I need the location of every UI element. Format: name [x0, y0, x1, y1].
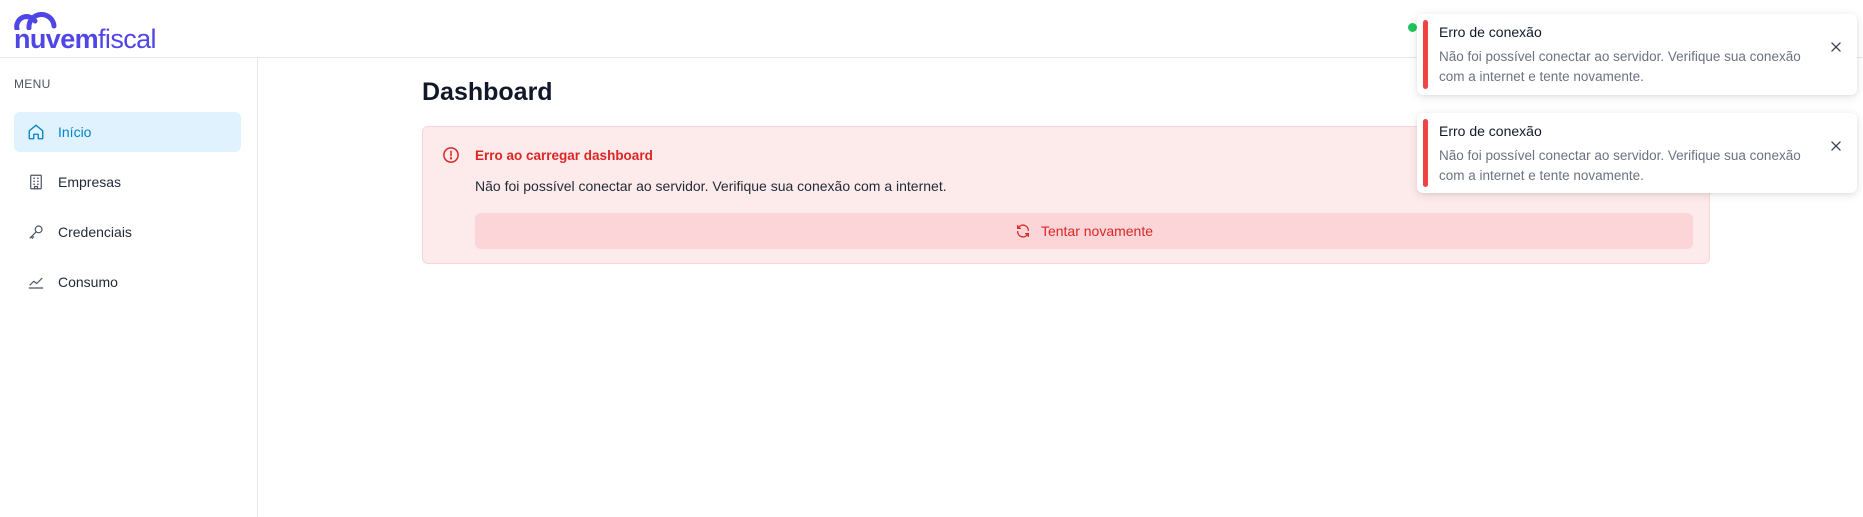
- sidebar-item-label: Empresas: [58, 174, 122, 190]
- brand-name-bold: nuvem: [14, 24, 99, 54]
- sidebar-item-credenciais[interactable]: Credenciais: [14, 212, 241, 252]
- toast-message: Não foi possível conectar ao servidor. V…: [1439, 49, 1801, 84]
- key-icon: [26, 222, 46, 242]
- refresh-icon: [1016, 224, 1029, 238]
- retry-label: Tentar novamente: [1040, 223, 1154, 239]
- menu-label: MENU: [14, 77, 51, 91]
- sidebar-item-label: Consumo: [58, 274, 118, 290]
- sidebar: MENU Início Empresas Credenciais Consumo: [0, 58, 258, 517]
- sidebar-item-consumo[interactable]: Consumo: [14, 262, 241, 302]
- toast-notification: Erro de conexão Não foi possível conecta…: [1417, 14, 1857, 95]
- toast-title: Erro de conexão: [1439, 24, 1542, 40]
- building-icon: [26, 172, 46, 192]
- chart-line-icon: [26, 272, 46, 292]
- toast-notification: Erro de conexão Não foi possível conecta…: [1417, 113, 1857, 193]
- close-icon[interactable]: [1829, 139, 1843, 153]
- toast-message: Não foi possível conectar ao servidor. V…: [1439, 148, 1801, 183]
- page-title: Dashboard: [422, 78, 553, 106]
- connection-status-dot: [1408, 23, 1417, 32]
- toast-accent-bar: [1423, 20, 1428, 89]
- toast-title: Erro de conexão: [1439, 123, 1542, 139]
- sidebar-item-empresas[interactable]: Empresas: [14, 162, 241, 202]
- brand-name: nuvemfiscal: [14, 22, 157, 56]
- alert-circle-icon: [443, 147, 459, 163]
- error-title: Erro ao carregar dashboard: [475, 148, 653, 163]
- home-icon: [26, 122, 46, 142]
- error-message: Não foi possível conectar ao servidor. V…: [475, 178, 947, 194]
- sidebar-item-inicio[interactable]: Início: [14, 112, 241, 152]
- sidebar-item-label: Credenciais: [58, 224, 132, 240]
- close-icon[interactable]: [1829, 40, 1843, 54]
- retry-button[interactable]: Tentar novamente: [475, 213, 1693, 249]
- toast-accent-bar: [1423, 119, 1428, 187]
- brand-name-regular: fiscal: [98, 24, 157, 54]
- sidebar-item-label: Início: [58, 124, 92, 140]
